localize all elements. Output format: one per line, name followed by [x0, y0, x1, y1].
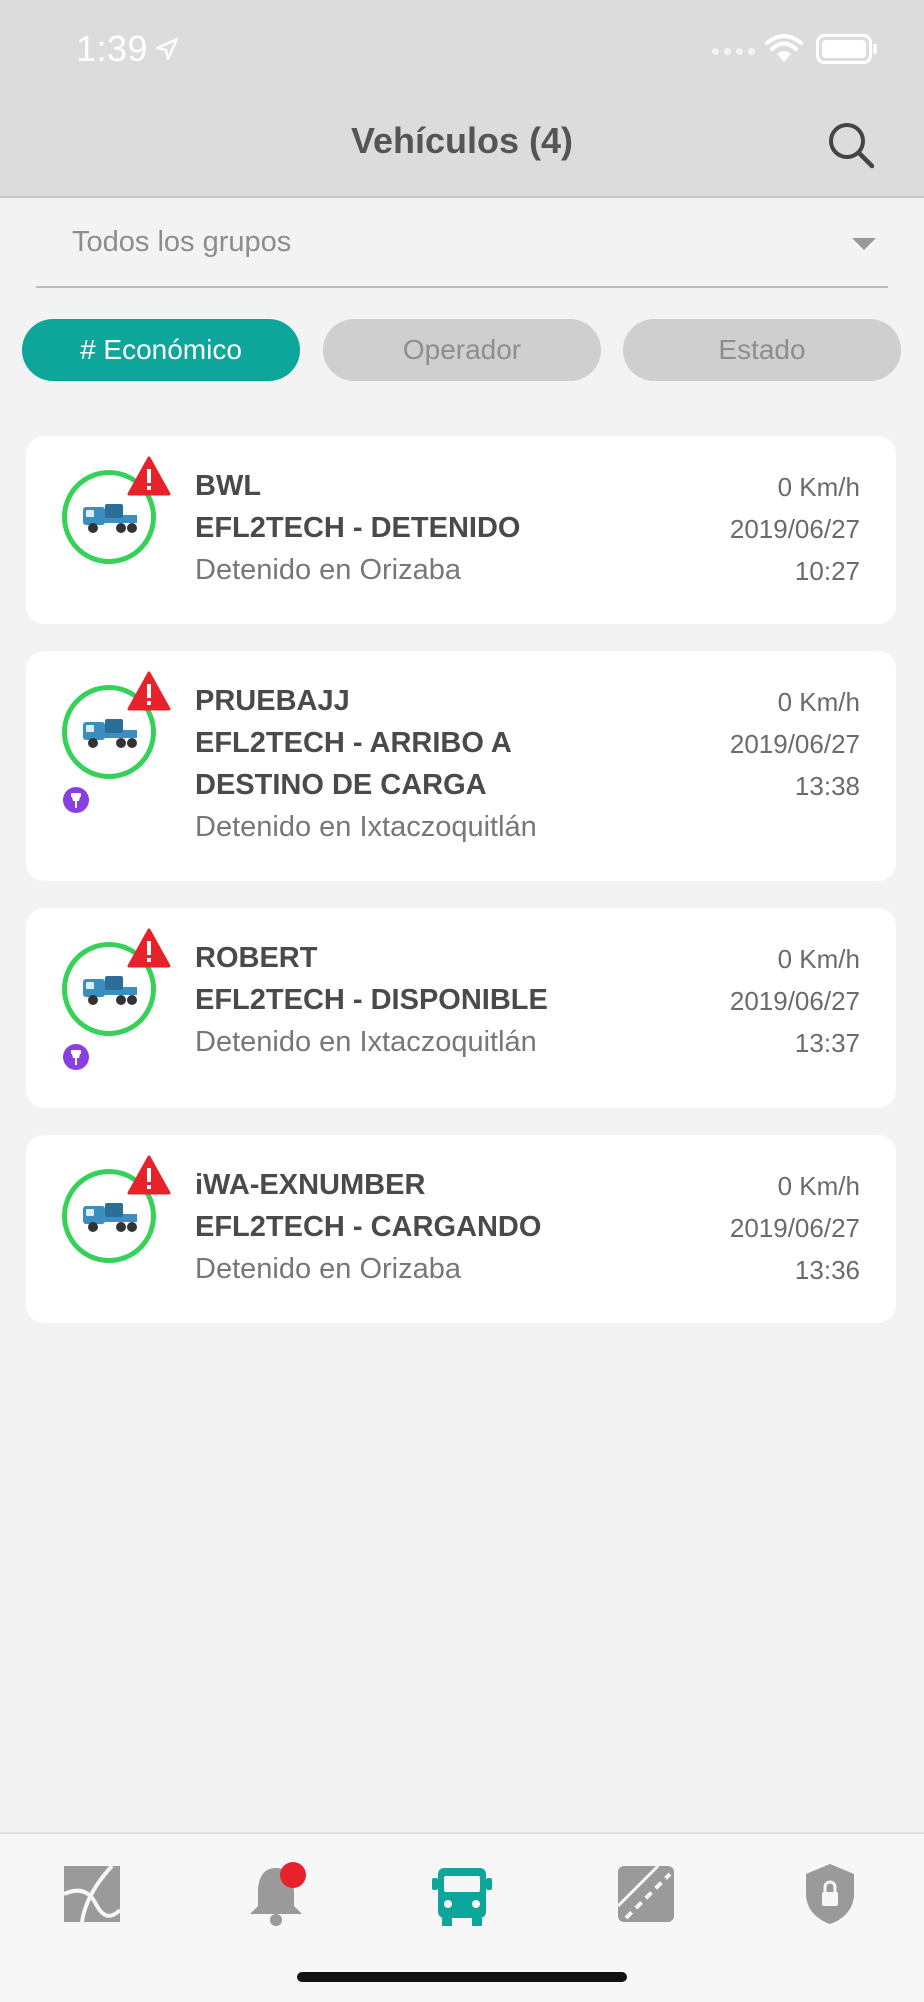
vehicle-location: Detenido en Ixtaczoquitlán — [195, 811, 537, 843]
vehicle-card[interactable]: BWL EFL2TECH - DETENIDO Detenido en Oriz… — [26, 436, 896, 624]
vehicle-speed: 0 Km/h — [777, 944, 860, 974]
vehicle-name: BWL — [195, 470, 262, 502]
tab-security[interactable] — [790, 1854, 870, 1934]
vehicle-date: 2019/06/27 — [729, 729, 860, 759]
chip-economico[interactable]: # Económico — [22, 319, 300, 381]
battery-icon — [816, 34, 877, 64]
vehicle-status: EFL2TECH - CARGANDO — [195, 1211, 542, 1243]
truck-icon — [83, 976, 137, 1005]
vehicle-date: 2019/06/27 — [729, 1213, 860, 1243]
map-icon — [63, 1864, 122, 1923]
vehicle-card[interactable]: PRUEBAJJ EFL2TECH - ARRIBO A DESTINO DE … — [26, 651, 896, 881]
tab-vehicles[interactable] — [422, 1854, 502, 1934]
signal-icon — [712, 48, 755, 55]
vehicle-location: Detenido en Orizaba — [195, 1253, 461, 1285]
tab-map[interactable] — [52, 1854, 132, 1934]
chip-operador[interactable]: Operador — [323, 319, 601, 381]
vehicle-name: PRUEBAJJ — [195, 685, 350, 717]
vehicle-time: 13:36 — [794, 1255, 860, 1285]
chip-estado[interactable]: Estado — [623, 319, 901, 381]
pin-icon — [63, 1044, 89, 1070]
search-icon[interactable] — [826, 120, 876, 170]
shield-lock-icon — [806, 1864, 854, 1924]
vehicle-name: iWA-EXNUMBER — [195, 1169, 426, 1201]
vehicle-time: 13:38 — [794, 771, 860, 801]
home-indicator — [297, 1972, 627, 1982]
truck-icon — [83, 1203, 137, 1232]
vehicle-location: Detenido en Ixtaczoquitlán — [195, 1026, 537, 1058]
vehicle-speed: 0 Km/h — [777, 687, 860, 717]
truck-icon — [83, 504, 137, 533]
vehicle-date: 2019/06/27 — [729, 986, 860, 1016]
vehicle-speed: 0 Km/h — [777, 1171, 860, 1201]
tab-notifications[interactable] — [236, 1854, 316, 1934]
page-title: Vehículos (4) — [350, 120, 574, 161]
truck-icon — [432, 1868, 492, 1926]
status-time: 1:39 — [76, 28, 149, 69]
group-select-value: Todos los grupos — [72, 226, 292, 258]
tab-routes[interactable] — [606, 1854, 686, 1934]
vehicle-status: EFL2TECH - DETENIDO — [195, 512, 521, 544]
road-icon — [616, 1864, 674, 1922]
alert-icon — [127, 671, 171, 711]
top-bar: 1:39 Vehículos (4) — [0, 0, 924, 198]
notification-badge — [280, 1862, 306, 1888]
alert-icon — [127, 456, 171, 496]
wifi-icon — [765, 34, 803, 62]
vehicle-time: 10:27 — [794, 556, 860, 586]
vehicle-status-cont: DESTINO DE CARGA — [195, 769, 487, 801]
group-select[interactable]: Todos los grupos — [36, 218, 888, 288]
vehicle-speed: 0 Km/h — [777, 472, 860, 502]
vehicle-location: Detenido en Orizaba — [195, 554, 461, 586]
vehicle-card[interactable]: iWA-EXNUMBER EFL2TECH - CARGANDO Detenid… — [26, 1135, 896, 1323]
vehicle-status: EFL2TECH - ARRIBO A — [195, 727, 512, 759]
alert-icon — [127, 928, 171, 968]
pin-icon — [63, 787, 89, 813]
caret-down-icon — [852, 238, 876, 250]
vehicle-date: 2019/06/27 — [729, 514, 860, 544]
vehicle-status: EFL2TECH - DISPONIBLE — [195, 984, 548, 1016]
truck-icon — [83, 719, 137, 748]
location-arrow-icon — [156, 38, 178, 60]
vehicle-name: ROBERT — [195, 942, 318, 974]
alert-icon — [127, 1155, 171, 1195]
vehicle-card[interactable]: ROBERT EFL2TECH - DISPONIBLE Detenido en… — [26, 908, 896, 1108]
bell-icon — [250, 1868, 302, 1926]
vehicle-time: 13:37 — [794, 1028, 860, 1058]
